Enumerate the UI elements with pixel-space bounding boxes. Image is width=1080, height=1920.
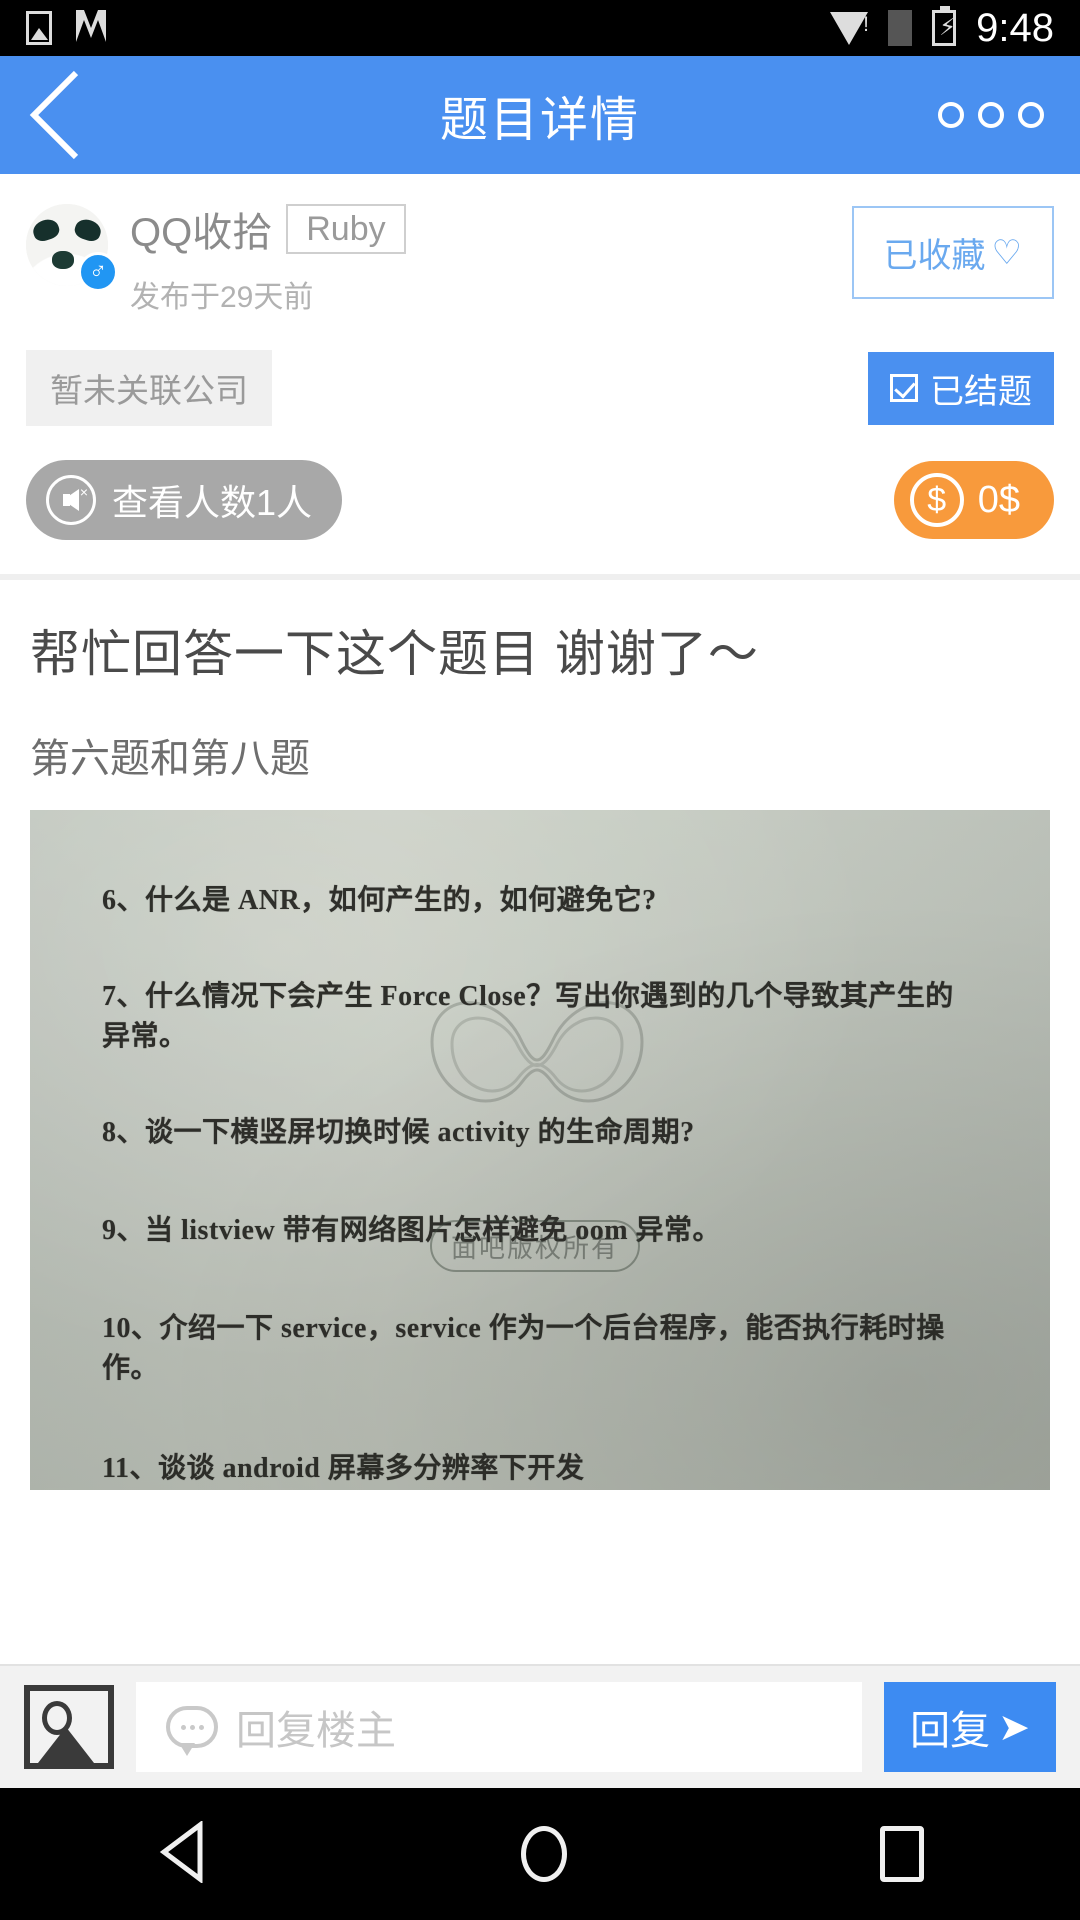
reply-bar: 回复楼主 回复 ➤ [0, 1664, 1080, 1788]
send-reply-button[interactable]: 回复 ➤ [884, 1682, 1056, 1772]
author-name-row: QQ收拾 Ruby [130, 200, 852, 258]
author-info: QQ收拾 Ruby 发布于29天前 [130, 200, 852, 316]
nav-back-icon[interactable] [156, 1819, 208, 1888]
status-bar-clock: 9:48 [976, 5, 1054, 50]
status-bar-left-icons [26, 8, 108, 49]
avatar-nose [52, 251, 74, 269]
wifi-icon: ! [830, 11, 869, 45]
speaker-muted-icon: × [46, 475, 96, 525]
exam-line: 11、谈谈 android 屏幕多分辨率下开发 [102, 1453, 585, 1484]
more-dot [1018, 102, 1044, 128]
post-meta-card: ♂ QQ收拾 Ruby 发布于29天前 已收藏 ♡ 暂未关联公司 已结题 × 查… [0, 174, 1080, 574]
page-title: 题目详情 [439, 94, 640, 147]
status-bar-right-icons: ! ⚡ 9:48 [830, 6, 1054, 51]
send-plane-icon: ➤ [998, 1706, 1030, 1749]
watermark-text: 面吧版权所有 [430, 1220, 640, 1272]
android-nav-bar [0, 1788, 1080, 1920]
favorite-button-label: 已收藏 [883, 237, 986, 275]
nav-home-icon[interactable] [520, 1826, 567, 1882]
avatar[interactable]: ♂ [26, 204, 118, 292]
gender-badge-icon: ♂ [78, 252, 118, 292]
more-options-icon[interactable] [938, 102, 1044, 128]
author-username[interactable]: QQ收拾 [130, 200, 272, 258]
back-chevron-icon[interactable] [0, 56, 110, 174]
m-logo-icon [74, 8, 108, 49]
attachment-photo[interactable]: 6、什么是 ANR，如何产生的，如何避免它? 7、什么情况下会产生 Force … [30, 810, 1050, 1490]
favorite-button[interactable]: 已收藏 ♡ [851, 206, 1054, 299]
photo-icon [26, 11, 52, 45]
checkbox-checked-icon [890, 374, 918, 402]
exam-line: 10、介绍一下 service，service 作为一个后台程序，能否执行耗时操… [102, 1313, 945, 1384]
posted-time: 发布于29天前 [130, 281, 314, 314]
reply-input-placeholder: 回复楼主 [236, 1709, 396, 1753]
author-row: ♂ QQ收拾 Ruby 发布于29天前 已收藏 ♡ [26, 200, 1054, 316]
sim-card-icon [888, 10, 913, 46]
status-bar: ! ⚡ 9:48 [0, 0, 1080, 56]
reply-input[interactable]: 回复楼主 [136, 1682, 863, 1772]
view-count-label: 查看人数1人 [112, 482, 313, 523]
status-badge-label: 已结题 [930, 372, 1032, 411]
exam-line: 6、什么是 ANR，如何产生的，如何避免它? [102, 885, 657, 916]
author-tag: Ruby [286, 204, 406, 254]
exam-text-lines: 6、什么是 ANR，如何产生的，如何避免它? 7、什么情况下会产生 Force … [30, 810, 1050, 1490]
views-reward-row: × 查看人数1人 $ 0$ [26, 460, 1054, 574]
reward-label: 0$ [977, 478, 1020, 521]
send-reply-label: 回复 [910, 1709, 991, 1753]
exam-line: 8、谈一下横竖屏切换时候 activity 的生命周期? [102, 1117, 695, 1148]
company-status-row: 暂未关联公司 已结题 [26, 350, 1054, 426]
battery-charging-icon: ⚡ [932, 6, 957, 46]
heart-icon: ♡ [991, 233, 1022, 272]
status-badge: 已结题 [868, 351, 1054, 425]
phone-screen: ! ⚡ 9:48 题目详情 ♂ QQ收拾 Ruby 发布于29天前 已收藏 ♡ … [0, 0, 1080, 1920]
dollar-coin-icon: $ [909, 473, 964, 527]
comment-bubble-icon [166, 1706, 218, 1756]
more-dot [978, 102, 1004, 128]
more-dot [938, 102, 964, 128]
view-count-pill[interactable]: × 查看人数1人 [26, 460, 343, 540]
post-title: 帮忙回答一下这个题目 谢谢了～ [30, 626, 759, 682]
image-picker-icon[interactable] [24, 1685, 114, 1769]
company-tag: 暂未关联公司 [26, 350, 272, 426]
app-bar: 题目详情 [0, 56, 1080, 174]
post-subtitle: 第六题和第八题 [30, 737, 310, 781]
reward-pill: $ 0$ [893, 461, 1054, 539]
nav-recents-icon[interactable] [879, 1826, 924, 1882]
exam-line: 7、什么情况下会产生 Force Close？写出你遇到的几个导致其产生的异常。 [102, 981, 954, 1052]
post-body: 帮忙回答一下这个题目 谢谢了～ 第六题和第八题 [0, 580, 1080, 784]
